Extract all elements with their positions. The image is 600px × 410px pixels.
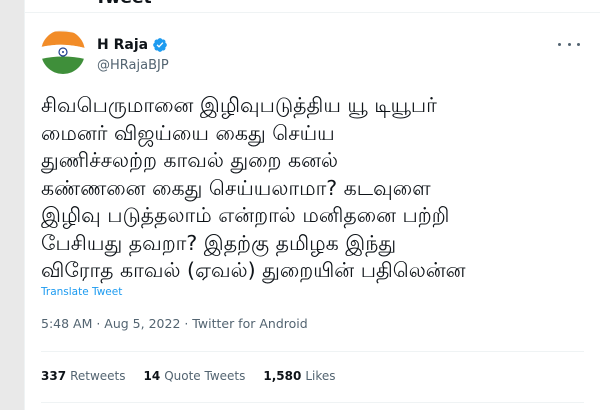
page-header-title: Tweet — [95, 0, 152, 8]
quote-tweets-label: Quote Tweets — [164, 369, 246, 383]
header-divider — [25, 12, 600, 13]
stats-divider-top — [41, 351, 584, 352]
quote-tweets-stat[interactable]: 14 Quote Tweets — [144, 369, 246, 383]
retweets-stat[interactable]: 337 Retweets — [41, 369, 126, 383]
flag-avatar-icon — [41, 30, 85, 74]
engagement-stats: 337 Retweets 14 Quote Tweets 1,580 Likes — [41, 369, 336, 383]
likes-label: Likes — [305, 369, 336, 383]
tweet-text: சிவபெருமானை இழிவுபடுத்திய யூ டியூபர் மைன… — [41, 93, 466, 282]
retweets-count: 337 — [41, 369, 67, 383]
author-name[interactable]: H Raja — [97, 37, 148, 53]
translate-tweet-link[interactable]: Translate Tweet — [41, 286, 122, 298]
tweet-timestamp[interactable]: 5:48 AM · Aug 5, 2022 · Twitter for Andr… — [41, 316, 308, 331]
verified-badge-icon — [153, 38, 167, 52]
tweet-card: Tweet H Raja @HRajaBJP சிவபெருமானை இழிவு… — [24, 0, 600, 410]
author-handle[interactable]: @HRajaBJP — [97, 58, 169, 73]
stats-divider-bottom — [41, 402, 584, 403]
avatar[interactable] — [41, 30, 85, 74]
more-options-icon[interactable] — [558, 36, 580, 52]
author-block: H Raja @HRajaBJP — [97, 35, 169, 73]
likes-count: 1,580 — [263, 369, 302, 383]
quote-tweets-count: 14 — [143, 369, 161, 383]
likes-stat[interactable]: 1,580 Likes — [263, 369, 335, 383]
retweets-label: Retweets — [70, 369, 126, 383]
